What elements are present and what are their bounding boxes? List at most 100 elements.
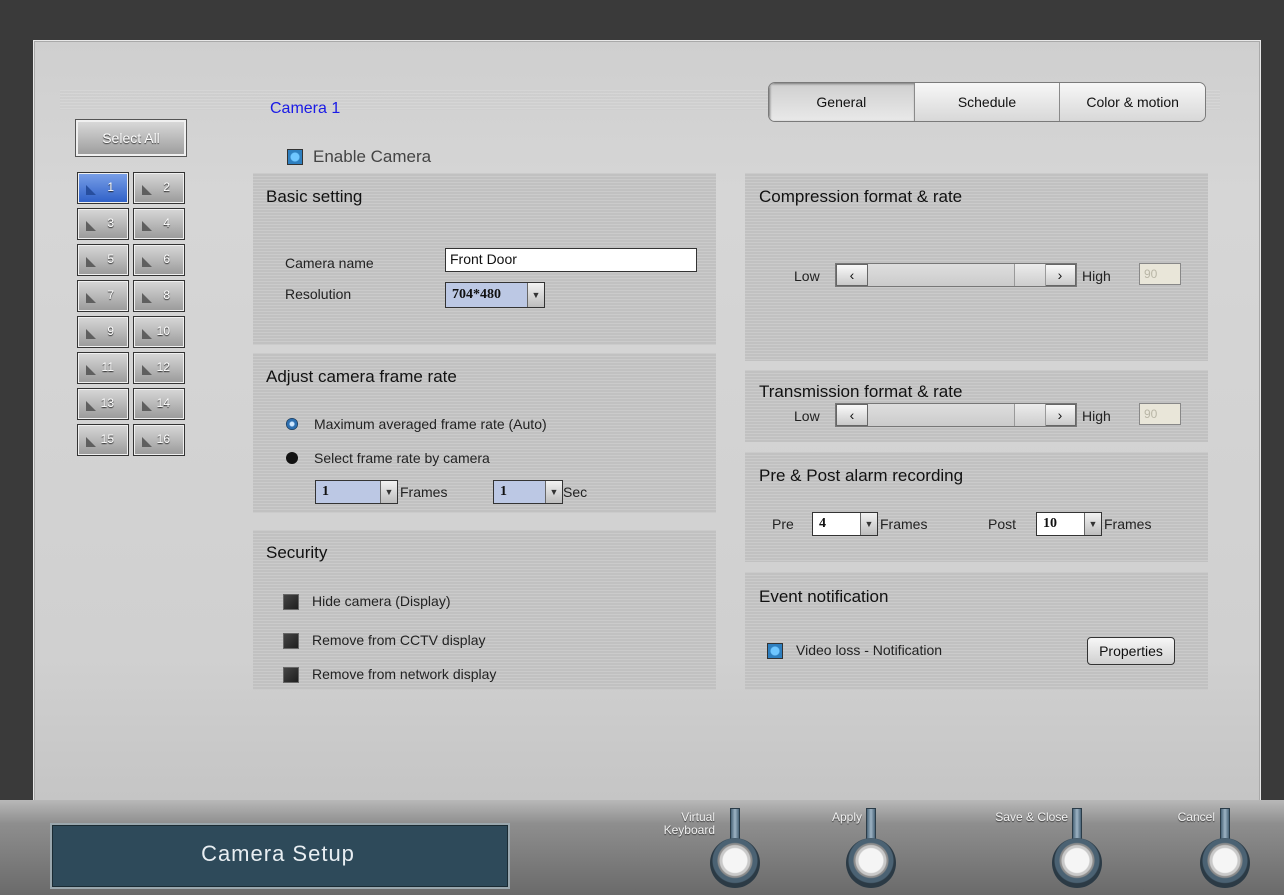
remove-network-label: Remove from network display xyxy=(312,666,497,682)
camera-icon xyxy=(86,221,96,231)
slider-thumb[interactable] xyxy=(1014,404,1046,426)
resolution-label: Resolution xyxy=(285,286,352,302)
sec-select[interactable]: 1 ▼ xyxy=(493,480,563,504)
transmission-title: Transmission format & rate xyxy=(759,382,963,401)
post-value: 10 xyxy=(1043,516,1057,531)
camera-icon xyxy=(86,365,96,375)
pre-value: 4 xyxy=(819,516,826,531)
camera-button-5[interactable]: 5 xyxy=(77,244,129,276)
chevron-right-icon[interactable]: › xyxy=(1044,264,1076,286)
chevron-left-icon[interactable]: ‹ xyxy=(836,404,868,426)
select-all-button[interactable]: Select All xyxy=(76,120,186,156)
chevron-left-icon[interactable]: ‹ xyxy=(836,264,868,286)
slider-thumb[interactable] xyxy=(1014,264,1046,286)
tab-color-motion[interactable]: Color & motion xyxy=(1060,83,1205,121)
camera-icon xyxy=(86,293,96,303)
camera-button-4[interactable]: 4 xyxy=(133,208,185,240)
checkbox-icon xyxy=(287,149,303,165)
radio-auto-label: Maximum averaged frame rate (Auto) xyxy=(314,416,547,432)
tab-schedule[interactable]: Schedule xyxy=(914,83,1061,121)
chevron-down-icon: ▼ xyxy=(860,513,877,535)
camera-icon xyxy=(142,293,152,303)
camera-icon xyxy=(142,437,152,447)
camera-button-15[interactable]: 15 xyxy=(77,424,129,456)
chevron-down-icon: ▼ xyxy=(1084,513,1101,535)
camera-title: Camera 1 xyxy=(270,100,341,117)
security-title: Security xyxy=(266,543,328,562)
camera-button-3[interactable]: 3 xyxy=(77,208,129,240)
remove-network-checkbox[interactable] xyxy=(283,667,299,683)
camera-button-12[interactable]: 12 xyxy=(133,352,185,384)
camera-button-13[interactable]: 13 xyxy=(77,388,129,420)
sec-label: Sec xyxy=(563,484,588,500)
camera-button-2[interactable]: 2 xyxy=(133,172,185,204)
slider-track[interactable] xyxy=(868,264,1046,286)
camera-icon xyxy=(142,401,152,411)
properties-button[interactable]: Properties xyxy=(1087,637,1175,665)
remove-cctv-label: Remove from CCTV display xyxy=(312,632,486,648)
radio-select[interactable] xyxy=(286,452,298,464)
cancel-label: Cancel xyxy=(1177,810,1215,824)
pre-select[interactable]: 4 ▼ xyxy=(812,512,878,536)
tab-general[interactable]: General xyxy=(769,83,915,121)
video-loss-checkbox[interactable] xyxy=(767,643,783,659)
frames-select[interactable]: 1 ▼ xyxy=(315,480,398,504)
compression-high-label: High xyxy=(1082,268,1111,284)
slider-track[interactable] xyxy=(868,404,1046,426)
chevron-down-icon: ▼ xyxy=(545,481,562,503)
camera-icon xyxy=(86,401,96,411)
hide-camera-label: Hide camera (Display) xyxy=(312,593,451,609)
save-close-button[interactable] xyxy=(1052,838,1102,888)
compression-slider[interactable]: ‹ › xyxy=(835,263,1077,287)
chevron-right-icon[interactable]: › xyxy=(1044,404,1076,426)
cancel-button[interactable] xyxy=(1200,838,1250,888)
pre-frames-label: Frames xyxy=(880,516,928,532)
transmission-high-label: High xyxy=(1082,408,1111,424)
radio-auto[interactable] xyxy=(286,418,298,430)
remove-cctv-checkbox[interactable] xyxy=(283,633,299,649)
video-loss-label: Video loss - Notification xyxy=(796,642,943,658)
resolution-value: 704*480 xyxy=(452,287,501,302)
post-frames-label: Frames xyxy=(1104,516,1152,532)
camera-icon xyxy=(86,185,96,195)
camera-icon xyxy=(142,365,152,375)
chevron-down-icon: ▼ xyxy=(527,283,544,307)
camera-name-label: Camera name xyxy=(285,255,374,271)
post-label: Post xyxy=(988,516,1017,532)
camera-button-16[interactable]: 16 xyxy=(133,424,185,456)
compression-low-label: Low xyxy=(794,268,820,284)
virtual-keyboard-button[interactable] xyxy=(710,838,760,888)
transmission-low-label: Low xyxy=(794,408,820,424)
enable-camera-checkbox[interactable]: Enable Camera xyxy=(287,147,431,167)
camera-button-10[interactable]: 10 xyxy=(133,316,185,348)
virtual-keyboard-label: Virtual Keyboard xyxy=(663,810,715,837)
hide-camera-checkbox[interactable] xyxy=(283,594,299,610)
compression-value: 90 xyxy=(1139,263,1181,285)
apply-label: Apply xyxy=(831,810,862,824)
tab-bar: General Schedule Color & motion xyxy=(768,82,1206,122)
camera-button-1[interactable]: 1 xyxy=(77,172,129,204)
apply-button[interactable] xyxy=(846,838,896,888)
camera-button-9[interactable]: 9 xyxy=(77,316,129,348)
frames-value: 1 xyxy=(322,484,329,499)
camera-name-input[interactable]: Front Door xyxy=(445,248,697,272)
camera-button-6[interactable]: 6 xyxy=(133,244,185,276)
resolution-select[interactable]: 704*480 ▼ xyxy=(445,282,545,308)
camera-button-8[interactable]: 8 xyxy=(133,280,185,312)
camera-icon xyxy=(142,221,152,231)
enable-camera-label: Enable Camera xyxy=(313,147,432,166)
camera-button-7[interactable]: 7 xyxy=(77,280,129,312)
alarm-title: Pre & Post alarm recording xyxy=(759,466,964,485)
chevron-down-icon: ▼ xyxy=(380,481,397,503)
camera-icon xyxy=(142,185,152,195)
camera-button-14[interactable]: 14 xyxy=(133,388,185,420)
pre-label: Pre xyxy=(772,516,794,532)
camera-button-11[interactable]: 11 xyxy=(77,352,129,384)
camera-icon xyxy=(86,437,96,447)
frames-label: Frames xyxy=(400,484,448,500)
camera-icon xyxy=(86,329,96,339)
post-select[interactable]: 10 ▼ xyxy=(1036,512,1102,536)
event-title: Event notification xyxy=(759,587,889,606)
save-close-label: Save & Close xyxy=(995,810,1068,824)
transmission-slider[interactable]: ‹ › xyxy=(835,403,1077,427)
